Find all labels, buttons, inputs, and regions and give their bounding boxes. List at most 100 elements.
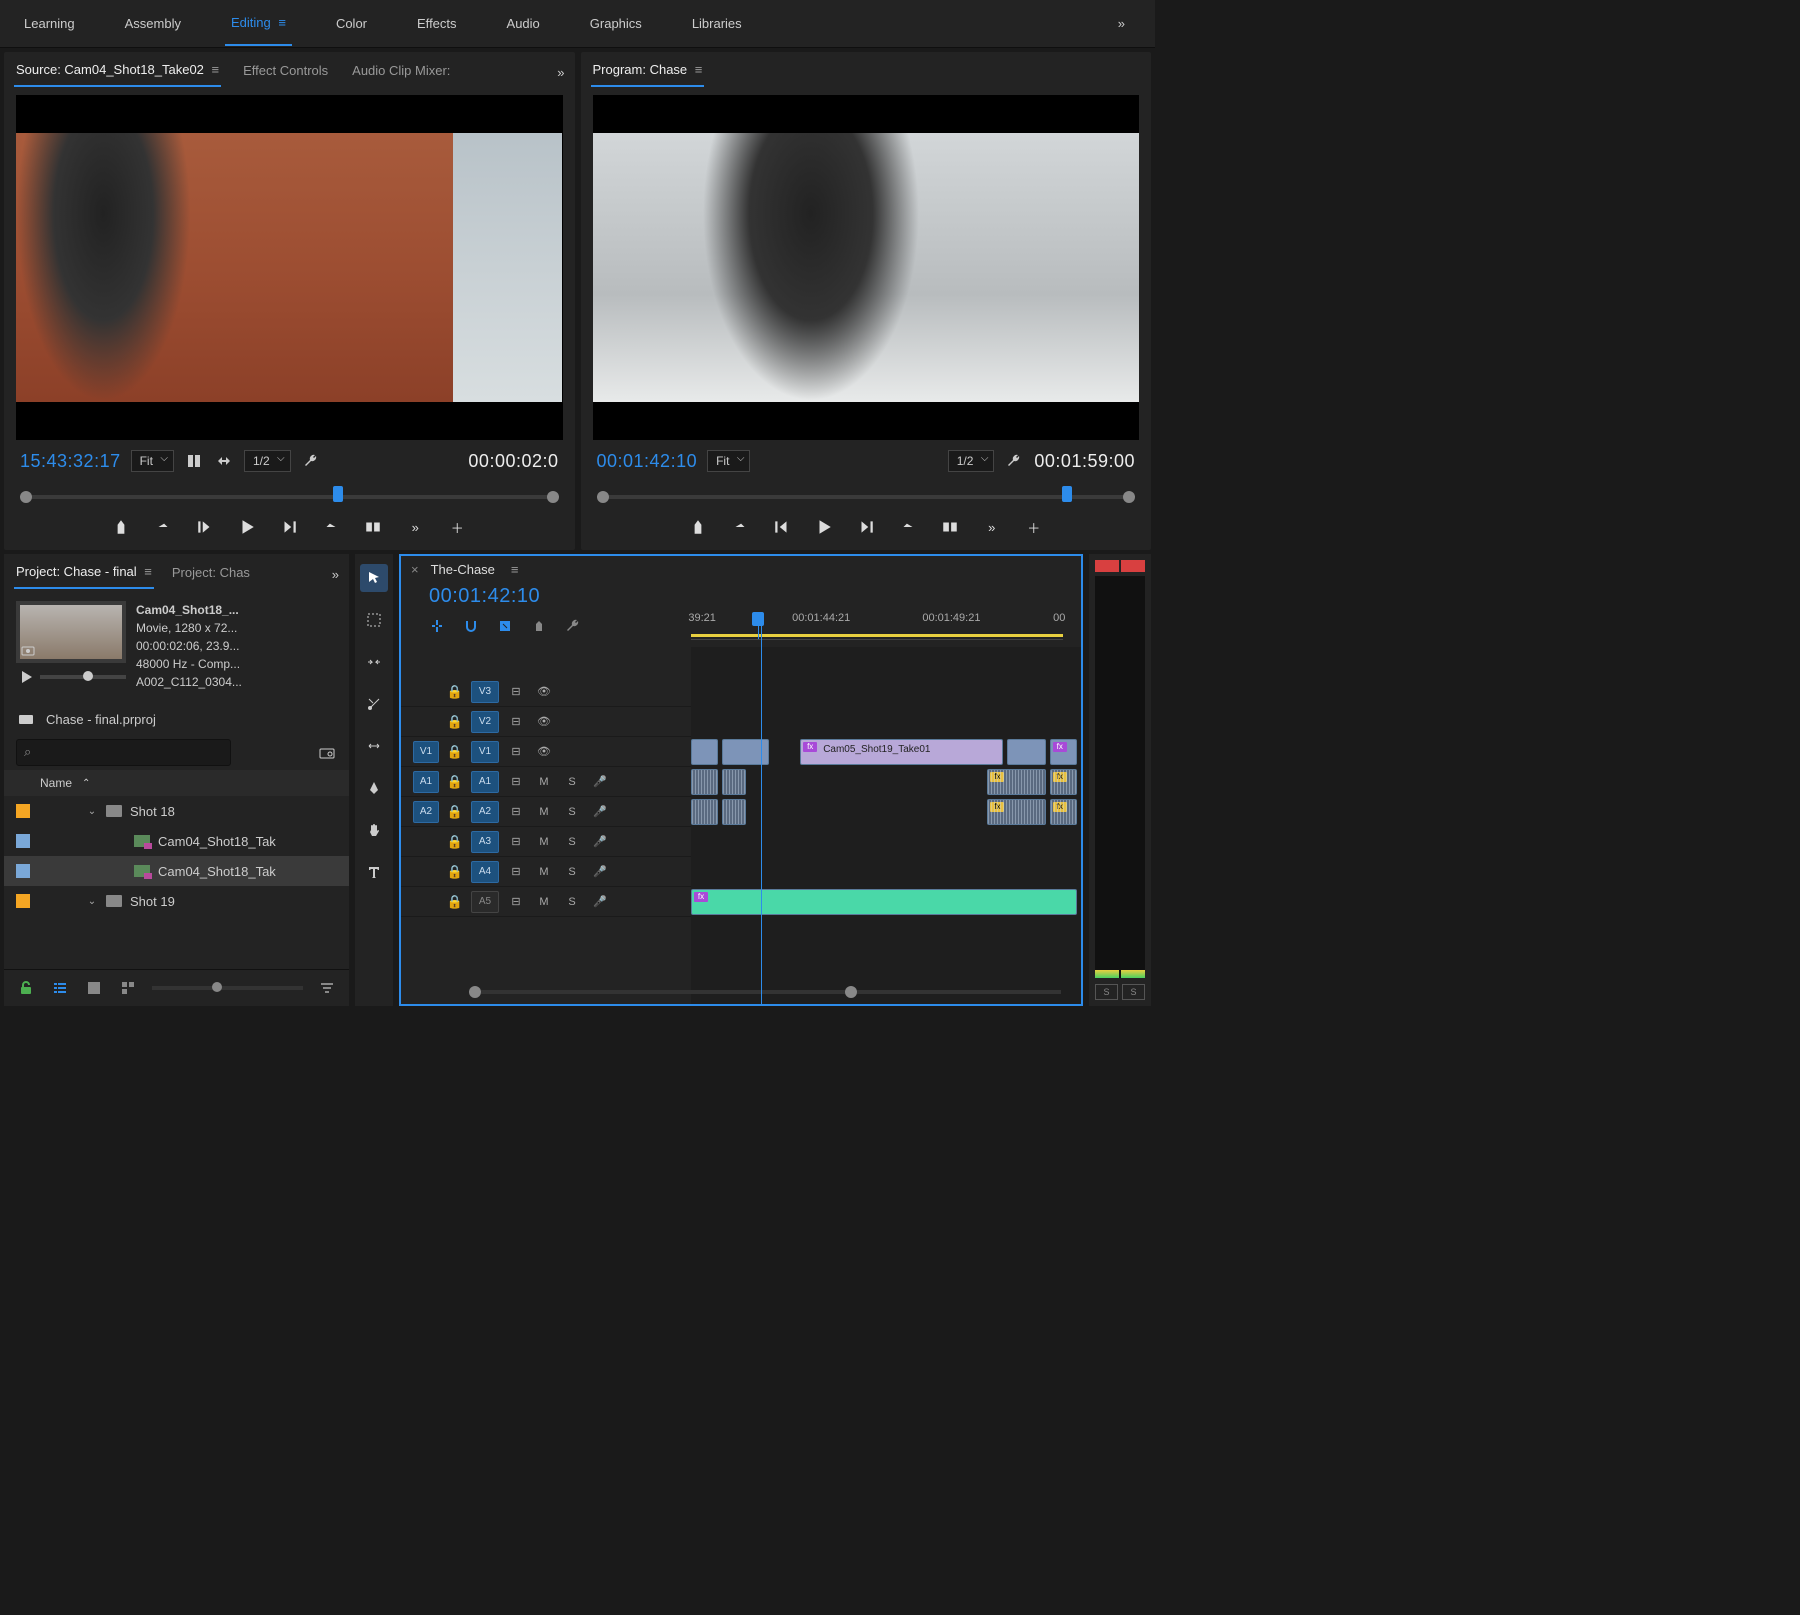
- music-clip[interactable]: fx: [691, 889, 1077, 915]
- program-step-back-button[interactable]: [773, 518, 791, 536]
- sync-lock-icon[interactable]: ⊟: [505, 715, 527, 728]
- source-patch[interactable]: A1: [413, 771, 439, 793]
- thumbnail-size-slider[interactable]: [152, 986, 303, 990]
- workspace-tab-graphics[interactable]: Graphics: [584, 2, 648, 45]
- mute-button[interactable]: M: [533, 866, 555, 878]
- label-swatch[interactable]: [16, 804, 30, 818]
- workspace-tab-editing[interactable]: Editing ≡: [225, 1, 292, 46]
- solo-right-button[interactable]: S: [1122, 984, 1145, 1000]
- expand-icon[interactable]: ⌄: [86, 806, 98, 817]
- expand-icon[interactable]: ⌄: [86, 896, 98, 907]
- timeline-playhead[interactable]: [758, 614, 759, 639]
- source-mark-out-button[interactable]: [322, 518, 340, 536]
- audio-clip[interactable]: [691, 769, 718, 795]
- voice-over-icon[interactable]: 🎤: [589, 865, 611, 878]
- project-search-input[interactable]: [16, 739, 231, 766]
- project-tab-active[interactable]: Project: Chase - final ≡: [14, 560, 154, 589]
- voice-over-icon[interactable]: 🎤: [589, 835, 611, 848]
- track-header-v3[interactable]: 🔒 V3 ⊟ 👁: [401, 677, 691, 707]
- workspace-tab-color[interactable]: Color: [330, 2, 373, 45]
- program-transport-overflow-icon[interactable]: »: [983, 518, 1001, 536]
- track-label[interactable]: V2: [471, 711, 499, 733]
- workspace-tab-learning[interactable]: Learning: [18, 2, 81, 45]
- voice-over-icon[interactable]: 🎤: [589, 805, 611, 818]
- sort-arrow-icon[interactable]: ⌃: [82, 778, 90, 789]
- write-lock-icon[interactable]: [16, 978, 36, 998]
- solo-button[interactable]: S: [561, 776, 583, 788]
- track-header-v1[interactable]: V1 🔒 V1 ⊟ 👁: [401, 737, 691, 767]
- sync-lock-icon[interactable]: ⊟: [505, 865, 527, 878]
- slip-tool[interactable]: [360, 732, 388, 760]
- audio-clip-mixer-tab[interactable]: Audio Clip Mixer:: [350, 59, 452, 86]
- track-label[interactable]: A2: [471, 801, 499, 823]
- source-step-back-button[interactable]: [196, 518, 214, 536]
- thumb-play-button[interactable]: [16, 667, 36, 687]
- audio-clip[interactable]: fx: [1050, 799, 1077, 825]
- timeline-ruler[interactable]: 39:21 00:01:44:21 00:01:49:21 00: [691, 614, 1081, 640]
- program-add-marker-button[interactable]: [689, 518, 707, 536]
- track-label[interactable]: A5: [471, 891, 499, 913]
- freeform-view-icon[interactable]: [118, 978, 138, 998]
- source-zoom-dropdown[interactable]: Fit: [131, 450, 174, 472]
- timeline-tab-menu-icon[interactable]: ≡: [511, 562, 519, 577]
- source-play-button[interactable]: [238, 518, 256, 536]
- source-playhead-icon[interactable]: [333, 486, 343, 502]
- source-settings-icon[interactable]: [184, 451, 204, 471]
- track-header-a5[interactable]: 🔒 A5 ⊟ M S 🎤: [401, 887, 691, 917]
- bin-icon[interactable]: [16, 709, 36, 729]
- zoom-handle-mid[interactable]: [845, 986, 857, 998]
- voice-over-icon[interactable]: 🎤: [589, 775, 611, 788]
- source-transport-overflow-icon[interactable]: »: [406, 518, 424, 536]
- track-header-a2[interactable]: A2 🔒 A2 ⊟ M S 🎤: [401, 797, 691, 827]
- program-button-editor-icon[interactable]: ＋: [1025, 518, 1043, 536]
- track-label[interactable]: A4: [471, 861, 499, 883]
- snap-icon[interactable]: [463, 618, 479, 637]
- ripple-edit-tool[interactable]: [360, 648, 388, 676]
- add-marker-icon[interactable]: [531, 618, 547, 637]
- zoom-handle-left[interactable]: [469, 986, 481, 998]
- timeline-timecode[interactable]: 00:01:42:10: [401, 583, 1081, 614]
- video-clip-labeled[interactable]: fx Cam05_Shot19_Take01: [800, 739, 1003, 765]
- lock-icon[interactable]: 🔒: [445, 804, 465, 820]
- mute-button[interactable]: M: [533, 836, 555, 848]
- source-mark-in-button[interactable]: [154, 518, 172, 536]
- source-wrench-icon[interactable]: [301, 451, 321, 471]
- sync-lock-icon[interactable]: ⊟: [505, 745, 527, 758]
- clip-thumbnail[interactable]: [16, 601, 126, 663]
- audio-clip[interactable]: [722, 769, 745, 795]
- audio-clip[interactable]: [691, 799, 718, 825]
- pen-tool[interactable]: [360, 774, 388, 802]
- bin-row-shot19[interactable]: ⌄ Shot 19: [4, 886, 349, 916]
- type-tool[interactable]: [360, 858, 388, 886]
- track-header-a4[interactable]: 🔒 A4 ⊟ M S 🎤: [401, 857, 691, 887]
- selection-tool[interactable]: [360, 564, 388, 592]
- audio-clip[interactable]: fx: [987, 799, 1046, 825]
- track-header-v2[interactable]: 🔒 V2 ⊟ 👁: [401, 707, 691, 737]
- timeline-zoom-scrollbar[interactable]: [701, 986, 1061, 998]
- track-label[interactable]: A3: [471, 831, 499, 853]
- program-wrench-icon[interactable]: [1004, 451, 1024, 471]
- thumb-scrubber[interactable]: [40, 675, 126, 679]
- sort-icon[interactable]: [317, 978, 337, 998]
- lock-icon[interactable]: 🔒: [445, 714, 465, 730]
- source-timecode-duration[interactable]: 00:00:02:0: [468, 451, 558, 472]
- bin-row-shot18[interactable]: ⌄ Shot 18: [4, 796, 349, 826]
- source-video-area[interactable]: [16, 95, 563, 440]
- lock-icon[interactable]: 🔒: [445, 744, 465, 760]
- label-swatch[interactable]: [16, 894, 30, 908]
- program-mark-in-button[interactable]: [731, 518, 749, 536]
- video-clip[interactable]: [1007, 739, 1046, 765]
- track-header-a3[interactable]: 🔒 A3 ⊟ M S 🎤: [401, 827, 691, 857]
- project-tab-other[interactable]: Project: Chas: [170, 561, 252, 588]
- solo-button[interactable]: S: [561, 836, 583, 848]
- track-label[interactable]: A1: [471, 771, 499, 793]
- hand-tool[interactable]: [360, 816, 388, 844]
- timeline-settings-icon[interactable]: [565, 618, 581, 637]
- program-video-area[interactable]: [593, 95, 1140, 440]
- audio-clip[interactable]: fx: [1050, 769, 1077, 795]
- label-swatch[interactable]: [16, 834, 30, 848]
- lock-icon[interactable]: 🔒: [445, 894, 465, 910]
- track-select-tool[interactable]: [360, 606, 388, 634]
- program-step-forward-button[interactable]: [857, 518, 875, 536]
- track-label[interactable]: V1: [471, 741, 499, 763]
